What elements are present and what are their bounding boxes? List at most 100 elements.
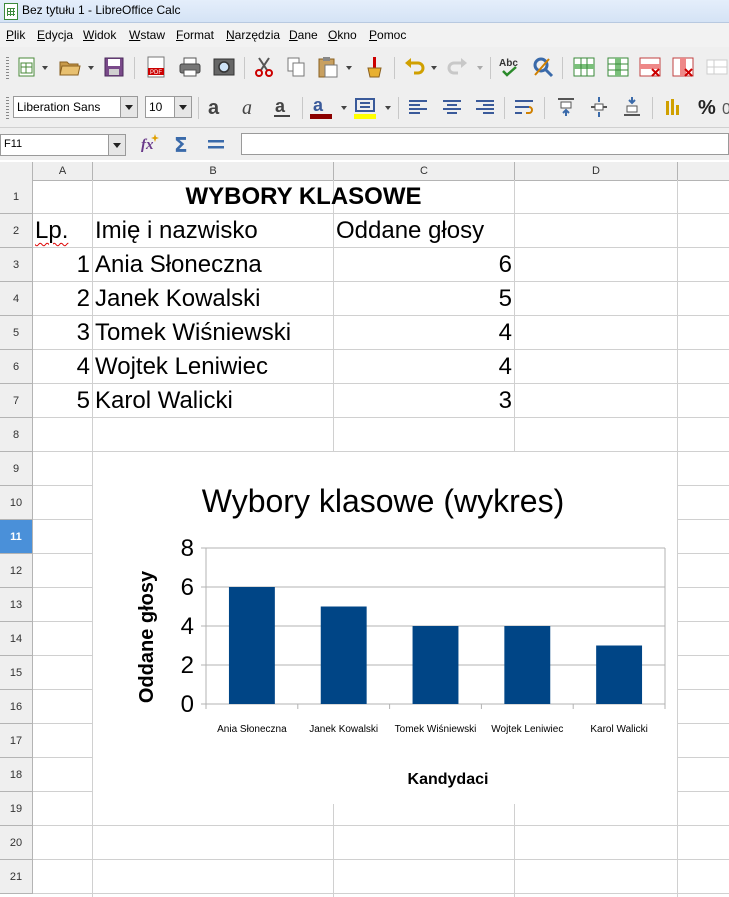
column-header-d[interactable]: D [515, 162, 678, 180]
undo-dropdown-icon[interactable] [431, 66, 437, 70]
row-header[interactable]: 20 [0, 826, 33, 860]
autospellcheck-icon[interactable] [531, 55, 555, 79]
row-header[interactable]: 1 [0, 180, 33, 214]
row-header[interactable]: 8 [0, 418, 33, 452]
cell-lp[interactable]: 4 [33, 350, 90, 384]
currency-format-icon[interactable] [662, 95, 686, 119]
italic-icon[interactable]: a [238, 95, 262, 119]
row-header[interactable]: 4 [0, 282, 33, 316]
align-center-icon[interactable] [440, 95, 464, 119]
align-left-icon[interactable] [406, 95, 430, 119]
menu-edycja[interactable]: Edycja [37, 28, 73, 42]
menu-dane[interactable]: Dane [289, 28, 318, 42]
font-size-box[interactable]: 10 [145, 96, 192, 118]
spellcheck-icon[interactable]: Abc [498, 55, 522, 79]
row-header[interactable]: 2 [0, 214, 33, 248]
column-header-b[interactable]: B [93, 162, 334, 180]
open-dropdown-icon[interactable] [88, 66, 94, 70]
cell-lp[interactable]: 5 [33, 384, 90, 418]
menu-format[interactable]: Format [176, 28, 214, 42]
function-wizard-icon[interactable]: fx [137, 132, 161, 156]
cell-lp[interactable]: 3 [33, 316, 90, 350]
row-header[interactable]: 6 [0, 350, 33, 384]
cell-votes[interactable]: 4 [334, 350, 512, 384]
align-top-icon[interactable] [554, 95, 578, 119]
menu-okno[interactable]: Okno [328, 28, 357, 42]
row-icon[interactable] [572, 55, 596, 79]
row-header[interactable]: 18 [0, 758, 33, 792]
percent-format-icon[interactable]: % [696, 95, 720, 119]
copy-icon[interactable] [284, 55, 308, 79]
font-name-dropdown-icon[interactable] [120, 97, 137, 117]
redo-icon[interactable] [446, 55, 470, 79]
toolbar-grip[interactable] [6, 57, 9, 79]
cell-votes[interactable]: 5 [334, 282, 512, 316]
wrap-text-icon[interactable] [512, 95, 536, 119]
sum-icon[interactable]: Σ [170, 132, 194, 157]
clone-formatting-icon[interactable] [362, 55, 386, 79]
cell-name[interactable]: Ania Słoneczna [95, 248, 262, 282]
row-header[interactable]: 21 [0, 860, 33, 894]
bold-icon[interactable]: a [204, 95, 228, 119]
print-preview-icon[interactable] [212, 55, 236, 79]
new-document-icon[interactable] [16, 55, 40, 79]
chart[interactable]: Wybory klasowe (wykres) Oddane głosy Kan… [93, 452, 677, 804]
undo-icon[interactable] [402, 55, 426, 79]
menu-widok[interactable]: Widok [83, 28, 116, 42]
paste-dropdown-icon[interactable] [346, 66, 352, 70]
align-bottom-icon[interactable] [620, 95, 644, 119]
menu-wstaw[interactable]: Wstaw [129, 28, 165, 42]
column-icon[interactable] [606, 55, 630, 79]
row-header[interactable]: 17 [0, 724, 33, 758]
new-dropdown-icon[interactable] [42, 66, 48, 70]
cell-name[interactable]: Wojtek Leniwiec [95, 350, 268, 384]
toolbar-grip[interactable] [6, 97, 9, 119]
name-box[interactable]: F11 [0, 134, 126, 156]
merge-cells-icon[interactable] [705, 55, 729, 79]
row-header[interactable]: 19 [0, 792, 33, 826]
cell-header-votes[interactable]: Oddane głosy [336, 214, 484, 248]
open-folder-icon[interactable] [58, 55, 82, 79]
name-box-dropdown-icon[interactable] [108, 135, 125, 155]
row-header[interactable]: 15 [0, 656, 33, 690]
cell-name[interactable]: Karol Walicki [95, 384, 233, 418]
row-header[interactable]: 13 [0, 588, 33, 622]
cut-icon[interactable] [252, 55, 276, 79]
cell-votes[interactable]: 6 [334, 248, 512, 282]
row-header[interactable]: 10 [0, 486, 33, 520]
delete-column-icon[interactable] [671, 55, 695, 79]
save-icon[interactable] [102, 55, 126, 79]
cell-title[interactable]: WYBORY KLASOWE [93, 180, 514, 214]
redo-dropdown-icon[interactable] [477, 66, 483, 70]
column-header-c[interactable]: C [334, 162, 515, 180]
row-header[interactable]: 5 [0, 316, 33, 350]
cell-votes[interactable]: 3 [334, 384, 512, 418]
highlight-dropdown-icon[interactable] [385, 106, 391, 110]
row-header[interactable]: 3 [0, 248, 33, 282]
cell-name[interactable]: Tomek Wiśniewski [95, 316, 291, 350]
cell-header-lp[interactable]: Lp. [35, 214, 68, 248]
export-pdf-icon[interactable]: PDF [144, 55, 168, 79]
font-color-dropdown-icon[interactable] [341, 106, 347, 110]
cell-lp[interactable]: 1 [33, 248, 90, 282]
cell-header-name[interactable]: Imię i nazwisko [95, 214, 258, 248]
align-right-icon[interactable] [473, 95, 497, 119]
delete-row-icon[interactable] [638, 55, 662, 79]
cell-votes[interactable]: 4 [334, 316, 512, 350]
formula-input[interactable] [241, 133, 729, 155]
font-size-dropdown-icon[interactable] [174, 97, 191, 117]
number-format-icon[interactable]: 0 [722, 95, 729, 119]
paste-icon[interactable] [316, 55, 340, 79]
print-icon[interactable] [178, 55, 202, 79]
menu-plik[interactable]: Plik [6, 28, 25, 42]
column-header-a[interactable]: A [33, 162, 93, 180]
underline-icon[interactable]: a [270, 95, 294, 119]
menu-pomoc[interactable]: Pomoc [369, 28, 406, 42]
font-color-icon[interactable]: a [308, 95, 332, 119]
row-header[interactable]: 12 [0, 554, 33, 588]
formula-icon[interactable] [204, 132, 228, 156]
row-header[interactable]: 16 [0, 690, 33, 724]
menu-narzedzia[interactable]: Narzędzia [226, 28, 280, 42]
row-header[interactable]: 11 [0, 520, 33, 554]
row-header[interactable]: 14 [0, 622, 33, 656]
